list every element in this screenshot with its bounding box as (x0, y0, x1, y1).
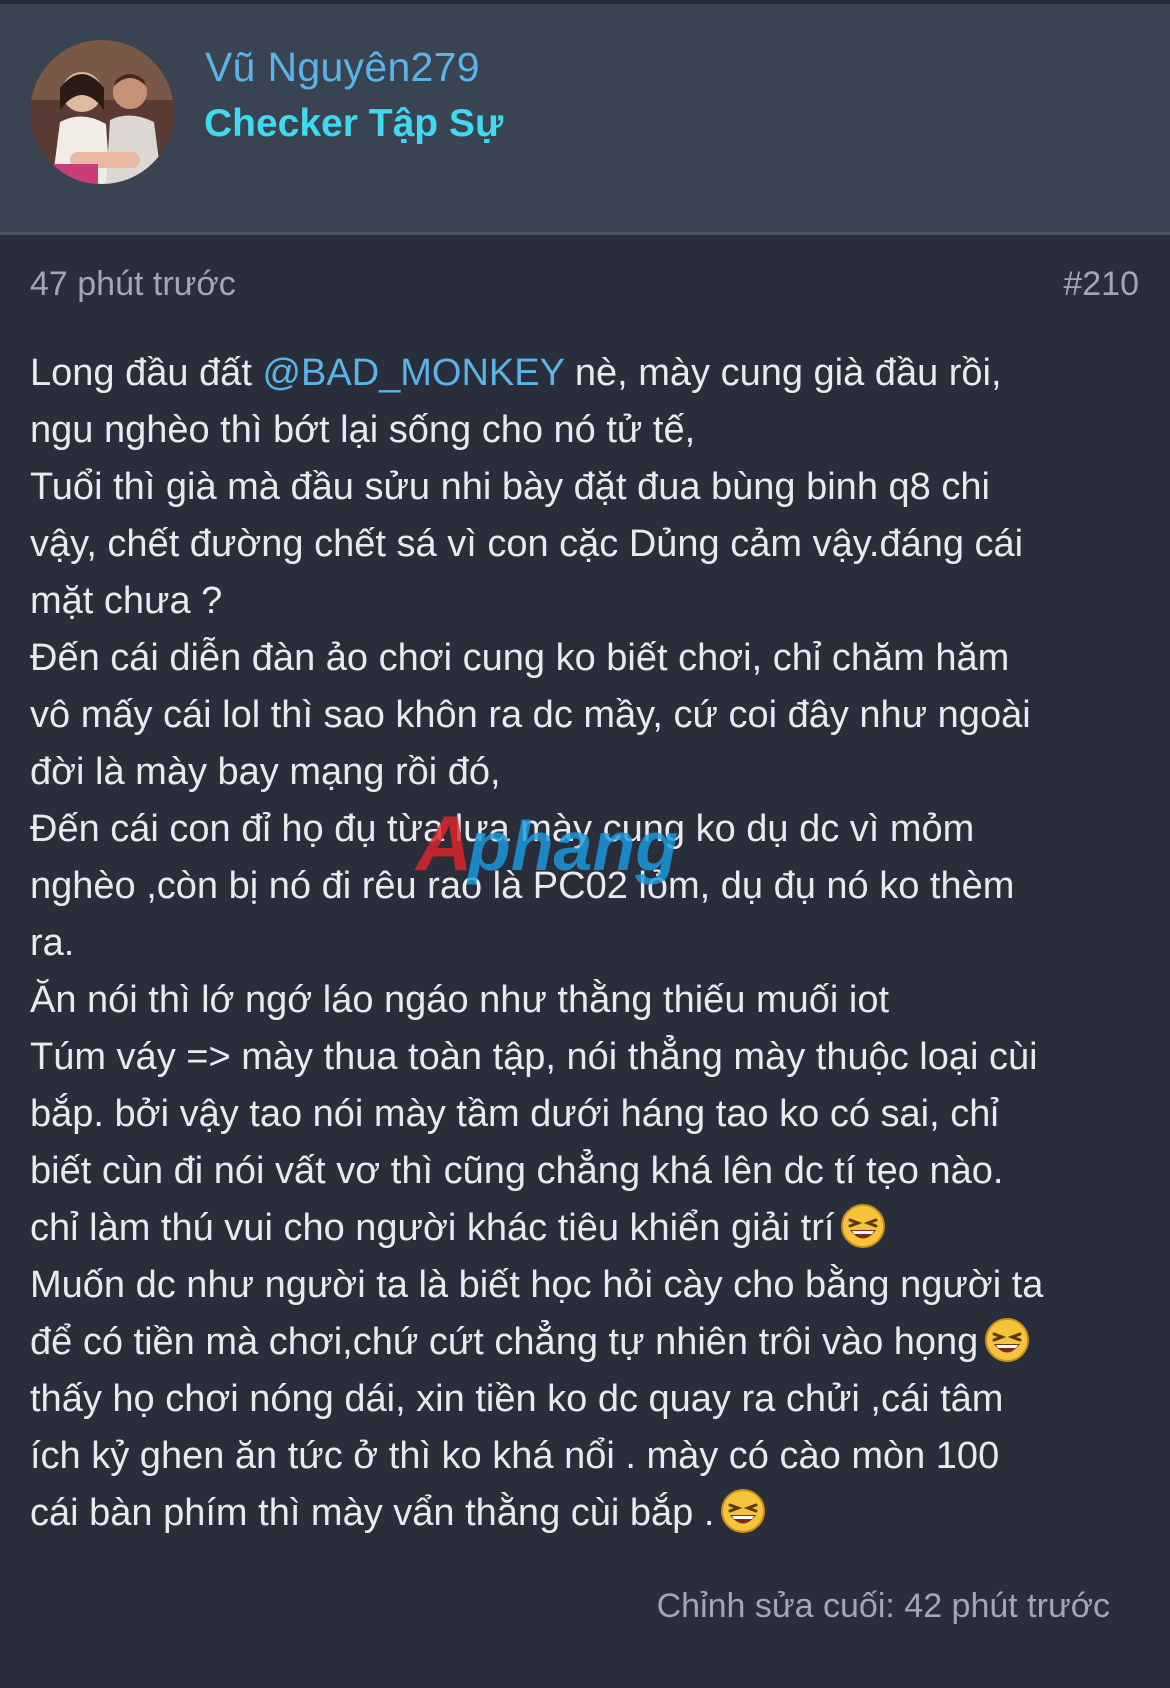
post-line: mặt chưa ? (30, 580, 223, 622)
post-line: ích kỷ ghen ăn tức ở thì ko khá nổi . mà… (30, 1435, 1000, 1477)
post-line: Đến cái diễn đàn ảo chơi cung ko biết ch… (30, 637, 1010, 679)
avatar-photo (30, 40, 174, 184)
post-line: để có tiền mà chơi,chứ cứt chẳng tự nhiê… (30, 1314, 1140, 1371)
post-line: ra. (30, 922, 75, 964)
post-number[interactable]: #210 (1063, 265, 1139, 304)
post-line: nghèo ,còn bị nó đi rêu rao là PC02 lỏm,… (30, 865, 1015, 907)
user-header: Vũ Nguyên279 Checker Tập Sự (0, 0, 1170, 232)
user-rank-title: Checker Tập Sự (204, 102, 504, 145)
post: 47 phút trước #210 Long đầu đất @BAD_MON… (0, 235, 1170, 1688)
post-line: đời là mày bay mạng rồi đó, (30, 751, 501, 793)
post-line: cái bàn phím thì mày vẩn thằng cùi bắp . (30, 1485, 1140, 1542)
last-edited[interactable]: Chỉnh sửa cuối: 42 phút trước (657, 1587, 1110, 1626)
post-line: thấy họ chơi nóng dái, xin tiền ko dc qu… (30, 1378, 1004, 1420)
laughing-emoji-icon (841, 1204, 886, 1248)
post-text: Long đầu đất (30, 352, 263, 394)
post-text: chỉ làm thú vui cho người khác tiêu khiể… (30, 1207, 835, 1249)
post-line: Tuổi thì già mà đầu sửu nhi bày đặt đua … (30, 466, 990, 508)
post-line: Đến cái con đỉ họ đụ từa lưa mày cung ko… (30, 808, 975, 850)
post-text: nè, mày cung già đầu rồi, (564, 352, 1002, 394)
post-line: Ăn nói thì lớ ngớ láo ngáo như thằng thi… (30, 979, 890, 1021)
post-text: để có tiền mà chơi,chứ cứt chẳng tự nhiê… (30, 1321, 979, 1363)
laughing-emoji-icon (721, 1489, 766, 1533)
username[interactable]: Vũ Nguyên279 (205, 44, 480, 91)
post-line: Túm váy => mày thua toàn tập, nói thẳng … (30, 1036, 1038, 1078)
post-line: Long đầu đất @BAD_MONKEY nè, mày cung gi… (30, 345, 1140, 402)
post-line: biết cùn đi nói vất vơ thì cũng chẳng kh… (30, 1150, 1004, 1192)
post-line: vô mấy cái lol thì sao khôn ra dc mầy, c… (30, 694, 1031, 736)
post-line: vậy, chết đường chết sá vì con cặc Dủng … (30, 523, 1024, 565)
post-line: ngu nghèo thì bớt lại sống cho nó tử tế, (30, 409, 696, 451)
post-body: Long đầu đất @BAD_MONKEY nè, mày cung gi… (30, 345, 1140, 1542)
avatar[interactable] (30, 40, 174, 184)
post-line: Muốn dc như người ta là biết học hỏi cày… (30, 1264, 1044, 1306)
post-line: bắp. bởi vậy tao nói mày tầm dưới háng t… (30, 1093, 999, 1135)
post-time[interactable]: 47 phút trước (30, 265, 236, 304)
post-line: chỉ làm thú vui cho người khác tiêu khiể… (30, 1200, 1140, 1257)
mention-link[interactable]: @BAD_MONKEY (262, 352, 564, 394)
post-text: cái bàn phím thì mày vẩn thằng cùi bắp . (30, 1492, 715, 1534)
laughing-emoji-icon (985, 1318, 1030, 1362)
